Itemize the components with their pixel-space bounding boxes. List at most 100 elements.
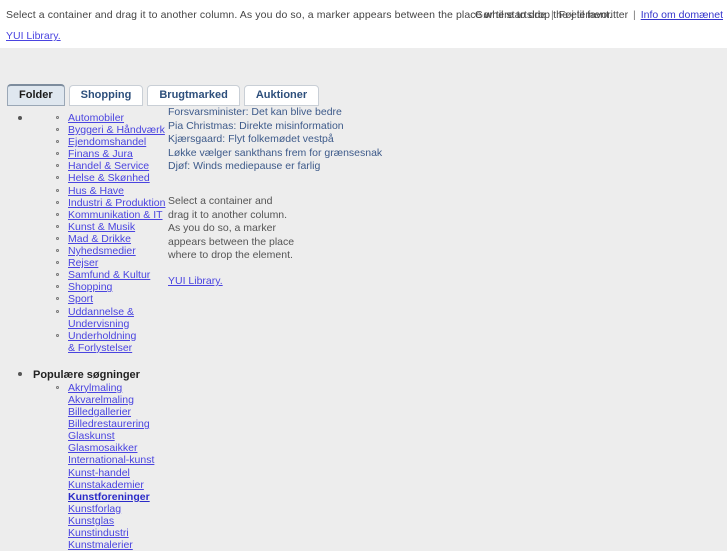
link-separator-2: | [633, 9, 636, 21]
list-item: Kunstglas [0, 515, 168, 527]
search-term-kunstindustri[interactable]: Kunstindustri [68, 527, 129, 539]
bullet-circle-icon [56, 385, 59, 389]
header-utility-links: Gør til startside | Føj til favoritter |… [475, 9, 723, 21]
sidebar-item-ejendomshandel[interactable]: Ejendomshandel [68, 136, 146, 148]
news-headline-item[interactable]: Løkke vælger sankthans frem for grænsesn… [168, 147, 382, 161]
search-term-kunstakademier[interactable]: Kunstakademier [68, 479, 144, 491]
sidebar-item-underholdning-forlystelser[interactable]: Underholdning & Forlystelser [68, 330, 146, 354]
list-item: Billedrestaurering [0, 418, 168, 430]
search-term-billedgallerier[interactable]: Billedgallerier [68, 406, 131, 418]
bullet-circle-icon [56, 116, 59, 119]
search-term-kunstmalerier[interactable]: Kunstmalerier [68, 539, 133, 551]
list-item: Kunstmalerier [0, 539, 168, 551]
sidebar-item-handel-service[interactable]: Handel & Service [68, 160, 149, 172]
set-homepage-link[interactable]: Gør til startside [475, 9, 546, 21]
bullet-disc-icon [18, 371, 22, 376]
sidebar-item-byggeri-haandvaerk[interactable]: Byggeri & Håndværk [68, 124, 165, 136]
tab-auktioner[interactable]: Auktioner [243, 85, 320, 106]
sidebar-item-hus-have[interactable]: Hus & Have [68, 185, 124, 197]
list-item: Underholdning & Forlystelser [0, 330, 168, 354]
bullet-circle-icon [56, 128, 59, 132]
search-term-billedrestaurering[interactable]: Billedrestaurering [68, 418, 150, 430]
bullet-circle-icon [56, 249, 59, 253]
bullet-circle-icon [56, 309, 59, 313]
news-headline-item[interactable]: Pia Christmas: Direkte misinformation [168, 120, 348, 134]
list-item: Byggeri & Håndværk [0, 124, 168, 136]
news-headline-item[interactable]: Kjærsgaard: Flyt folkemødet vestpå [168, 133, 348, 147]
domain-info-link[interactable]: Info om domænet [641, 9, 723, 21]
middle-yui-library-container: YUI Library. [168, 275, 348, 287]
list-item: Kunstforlag [0, 503, 168, 515]
search-term-akrylmaling[interactable]: Akrylmaling [68, 382, 122, 394]
tab-folder[interactable]: Folder [7, 84, 65, 106]
search-term-glasmosaikker[interactable]: Glasmosaikker [68, 442, 137, 454]
list-item: Samfund & Kultur [0, 269, 168, 281]
yui-library-link[interactable]: YUI Library. [168, 275, 223, 287]
list-item: Finans & Jura [0, 148, 168, 160]
list-item: Helse & Skønhed [0, 172, 168, 184]
sidebar-item-industri-produktion[interactable]: Industri & Produktion [68, 197, 165, 209]
sidebar-item-helse-skoenhed[interactable]: Helse & Skønhed [68, 172, 150, 184]
list-item: Kunstindustri [0, 527, 168, 539]
tab-bar: Folder Shopping Brugtmarked Auktioner [7, 84, 320, 106]
sidebar-item-shopping[interactable]: Shopping [68, 281, 112, 293]
bullet-circle-icon [56, 273, 59, 277]
page-header: Select a container and drag it to anothe… [0, 0, 727, 48]
bullet-circle-icon [56, 285, 59, 289]
list-item: Mad & Drikke [0, 233, 168, 245]
list-item: Kommunikation & IT [0, 209, 168, 221]
bullet-circle-icon [56, 236, 59, 240]
bullet-circle-icon [56, 188, 59, 192]
bullet-circle-icon [56, 164, 59, 168]
bullet-circle-icon [56, 261, 59, 265]
sidebar-item-rejser[interactable]: Rejser [68, 257, 98, 269]
tab-brugtmarked[interactable]: Brugtmarked [147, 85, 240, 106]
list-item: Glasmosaikker [0, 442, 168, 454]
search-term-akvarelmaling[interactable]: Akvarelmaling [68, 394, 134, 406]
search-term-kunstforeninger[interactable]: Kunstforeninger [68, 491, 150, 503]
sidebar-item-sport[interactable]: Sport [68, 293, 93, 305]
category-group-list: Automobiler Byggeri & Håndværk Ejendomsh… [0, 112, 168, 551]
add-favorites-link[interactable]: Føj til favoritter [559, 9, 628, 21]
bullet-circle-icon [56, 333, 59, 337]
list-item: Glaskunst [0, 430, 168, 442]
sidebar-item-automobiler[interactable]: Automobiler [68, 112, 124, 124]
sidebar-item-finans-jura[interactable]: Finans & Jura [68, 148, 133, 160]
list-item: Handel & Service [0, 160, 168, 172]
news-headline-item[interactable]: Forsvarsminister: Det kan blive bedre [168, 106, 348, 120]
list-item: Akrylmaling [0, 382, 168, 394]
search-term-kunstforlag[interactable]: Kunstforlag [68, 503, 121, 515]
search-term-glaskunst[interactable]: Glaskunst [68, 430, 115, 442]
sidebar-item-uddannelse-undervisning[interactable]: Uddannelse & Undervisning [68, 306, 168, 330]
list-item: Billedgallerier [0, 406, 168, 418]
header-yui-library-container: YUI Library. [6, 30, 61, 42]
left-column: Automobiler Byggeri & Håndværk Ejendomsh… [0, 112, 168, 551]
list-item: Ejendomshandel [0, 136, 168, 148]
sidebar-item-nyhedsmedier[interactable]: Nyhedsmedier [68, 245, 136, 257]
list-item: Automobiler [0, 112, 168, 124]
news-headline-item[interactable]: Djøf: Winds mediepause er farlig [168, 160, 348, 174]
popular-searches-list: Akrylmaling Akvarelmaling Billedgallerie… [0, 382, 168, 551]
search-term-international-kunst[interactable]: International-kunst [68, 454, 154, 466]
list-item: Nyhedsmedier [0, 245, 168, 257]
sidebar-item-kunst-musik[interactable]: Kunst & Musik [68, 221, 135, 233]
tab-shopping[interactable]: Shopping [68, 85, 144, 106]
list-item: Akvarelmaling [0, 394, 168, 406]
popular-searches-heading: Populære søgninger [33, 368, 140, 381]
sidebar-item-samfund-kultur[interactable]: Samfund & Kultur [68, 269, 150, 281]
list-item: Kunst & Musik [0, 221, 168, 233]
yui-library-link[interactable]: YUI Library. [6, 30, 61, 42]
news-headline-list: Forsvarsminister: Det kan blive bedre Pi… [168, 106, 382, 174]
search-term-kunst-handel[interactable]: Kunst-handel [68, 467, 130, 479]
list-item: Uddannelse & Undervisning [0, 306, 168, 330]
category-list: Automobiler Byggeri & Håndværk Ejendomsh… [0, 112, 168, 354]
bullet-circle-icon [56, 200, 59, 204]
bullet-circle-icon [56, 152, 59, 156]
sidebar-item-mad-drikke[interactable]: Mad & Drikke [68, 233, 131, 245]
list-item: Kunst-handel [0, 467, 168, 479]
sidebar-item-kommunikation-it[interactable]: Kommunikation & IT [68, 209, 163, 221]
list-item: Kunstakademier [0, 479, 168, 491]
search-term-kunstglas[interactable]: Kunstglas [68, 515, 114, 527]
list-item: Shopping [0, 281, 168, 293]
list-item: Kunstforeninger [0, 491, 168, 503]
